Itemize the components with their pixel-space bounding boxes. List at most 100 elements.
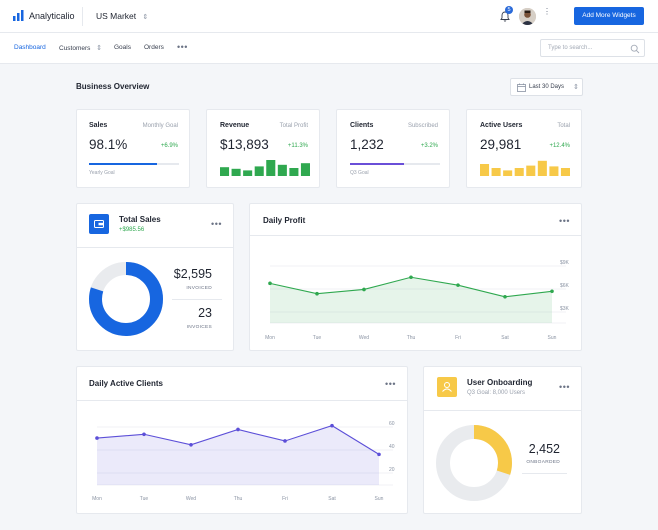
calendar-icon	[517, 83, 526, 92]
date-range-label: Last 30 Days	[529, 84, 565, 90]
mini-bar	[220, 167, 230, 176]
more-horizontal-icon[interactable]: •••	[559, 216, 570, 226]
data-point	[142, 432, 146, 437]
nav-customers-label: Customers	[59, 45, 91, 52]
x-tick-label: Wed	[359, 335, 369, 341]
data-point	[362, 287, 366, 292]
mini-bar	[491, 168, 501, 176]
user-onboarding-donut	[436, 425, 512, 501]
mini-bar	[300, 163, 310, 176]
more-horizontal-icon[interactable]: •••	[385, 379, 396, 389]
x-tick-label: Mon	[265, 335, 275, 341]
y-tick-label: $9K	[560, 260, 570, 266]
wallet-icon	[89, 214, 109, 234]
x-tick-label: Mon	[92, 496, 102, 502]
user-icon	[437, 377, 457, 397]
data-point	[236, 427, 240, 432]
data-point	[550, 289, 554, 294]
mini-bar	[549, 166, 559, 176]
series-area	[270, 277, 552, 323]
kpi-card-clients: Clients Subscribed 1,232 +3.2% Q3 Goal	[336, 109, 450, 188]
chevron-updown-icon: ⇕	[573, 84, 579, 91]
progress-fill	[350, 163, 404, 165]
x-tick-label: Thu	[407, 335, 416, 341]
kpi-card-revenue: Revenue Total Profit $13,893 +11.3%	[206, 109, 320, 188]
daily-active-clients-card: Daily Active Clients ••• 20 40 60 Mon Tue Wed…	[76, 366, 408, 514]
kpi-value: $13,893	[220, 137, 269, 152]
data-point	[95, 436, 99, 440]
x-tick-label: Tue	[313, 335, 322, 341]
progress-fill	[89, 163, 157, 165]
data-point	[189, 443, 193, 447]
kpi-delta: +3.2%	[420, 143, 438, 149]
x-tick-label: Sat	[328, 496, 336, 502]
data-point	[330, 423, 334, 428]
data-point	[409, 275, 413, 280]
nav-goals[interactable]: Goals	[114, 44, 131, 51]
progress-track	[89, 163, 179, 165]
y-tick-label: 60	[389, 421, 395, 427]
date-range-selector[interactable]: Last 30 Days ⇕	[510, 78, 583, 96]
kpi-subtitle: Monthly Goal	[142, 123, 178, 129]
market-selector[interactable]: US Market ⇕	[96, 11, 148, 21]
market-label: US Market	[96, 11, 137, 21]
x-tick-label: Sun	[548, 335, 557, 341]
divider	[172, 299, 222, 300]
data-point	[283, 439, 287, 443]
active-users-mini-bar-chart	[480, 160, 570, 176]
user-onboarding-card: User Onboarding Q3 Goal: 8,000 Users •••…	[423, 366, 582, 514]
add-widgets-button[interactable]: Add More Widgets	[574, 7, 644, 25]
x-tick-label: Thu	[234, 496, 243, 502]
more-vertical-icon[interactable]: ⋮	[543, 8, 551, 16]
daily-profit-chart: $3K $6K $9K Mon Tue Wed Thu Fri Sat Sun	[265, 260, 570, 341]
data-point	[456, 283, 460, 287]
y-tick-label: $6K	[560, 283, 570, 289]
data-point	[315, 291, 319, 296]
kpi-goal-label: Q3 Goal	[350, 170, 369, 176]
kpi-card-sales: Sales Monthly Goal 98.1% +6.9% Yearly Go…	[76, 109, 190, 188]
nav-orders[interactable]: Orders	[144, 44, 164, 51]
data-point	[377, 452, 381, 457]
invoices-label: INVOICES	[186, 325, 212, 330]
mini-bar	[266, 160, 276, 176]
total-sales-donut	[89, 262, 163, 336]
card-subtitle: Q3 Goal: 8,000 Users	[467, 390, 526, 396]
kpi-delta: +12.4%	[549, 143, 570, 149]
kpi-title: Clients	[350, 122, 374, 129]
more-horizontal-icon[interactable]: •••	[211, 219, 222, 229]
bar-chart-logo-icon	[13, 10, 24, 21]
avatar[interactable]	[519, 8, 536, 25]
search-icon[interactable]	[630, 44, 640, 54]
kpi-card-active-users: Active Users Total 29,981 +12.4%	[466, 109, 582, 188]
more-horizontal-icon[interactable]: •••	[177, 42, 188, 52]
daily-profit-card: Daily Profit ••• $3K $6K $9K Mon Tue Wed Thu Fr…	[249, 203, 582, 351]
user-photo-icon	[519, 8, 536, 25]
y-tick-label: 40	[389, 444, 395, 450]
card-title: Daily Active Clients	[89, 379, 163, 388]
invoiced-amount: $2,595	[173, 267, 212, 281]
daily-active-clients-chart: 20 40 60 Mon Tue Wed Thu Fri Sat Sun	[92, 421, 395, 502]
more-horizontal-icon[interactable]: •••	[559, 382, 570, 392]
x-tick-label: Tue	[140, 496, 149, 502]
nav-customers[interactable]: Customers ⇕	[59, 44, 102, 52]
mini-bar	[277, 164, 287, 176]
section-title: Business Overview	[76, 82, 150, 91]
y-tick-label: 20	[389, 467, 395, 473]
invoices-count: 23	[198, 306, 212, 320]
invoiced-label: INVOICED	[186, 286, 212, 291]
kpi-delta: +11.3%	[287, 143, 308, 149]
search-input[interactable]: Type to search...	[548, 45, 592, 51]
mini-bar	[537, 160, 547, 176]
mini-bar	[560, 168, 570, 176]
card-title: User Onboarding	[467, 378, 533, 387]
chevron-updown-icon: ⇕	[92, 45, 103, 52]
nav-dashboard[interactable]: Dashboard	[14, 44, 46, 51]
mini-bar	[254, 166, 264, 176]
kpi-delta: +6.9%	[160, 143, 178, 149]
kpi-subtitle: Total	[557, 123, 570, 129]
onboarded-count: 2,452	[528, 442, 560, 456]
search-box[interactable]: Type to search...	[540, 39, 645, 57]
mini-bar	[243, 170, 253, 176]
notification-badge: 5	[505, 6, 513, 14]
x-tick-label: Fri	[282, 496, 288, 502]
